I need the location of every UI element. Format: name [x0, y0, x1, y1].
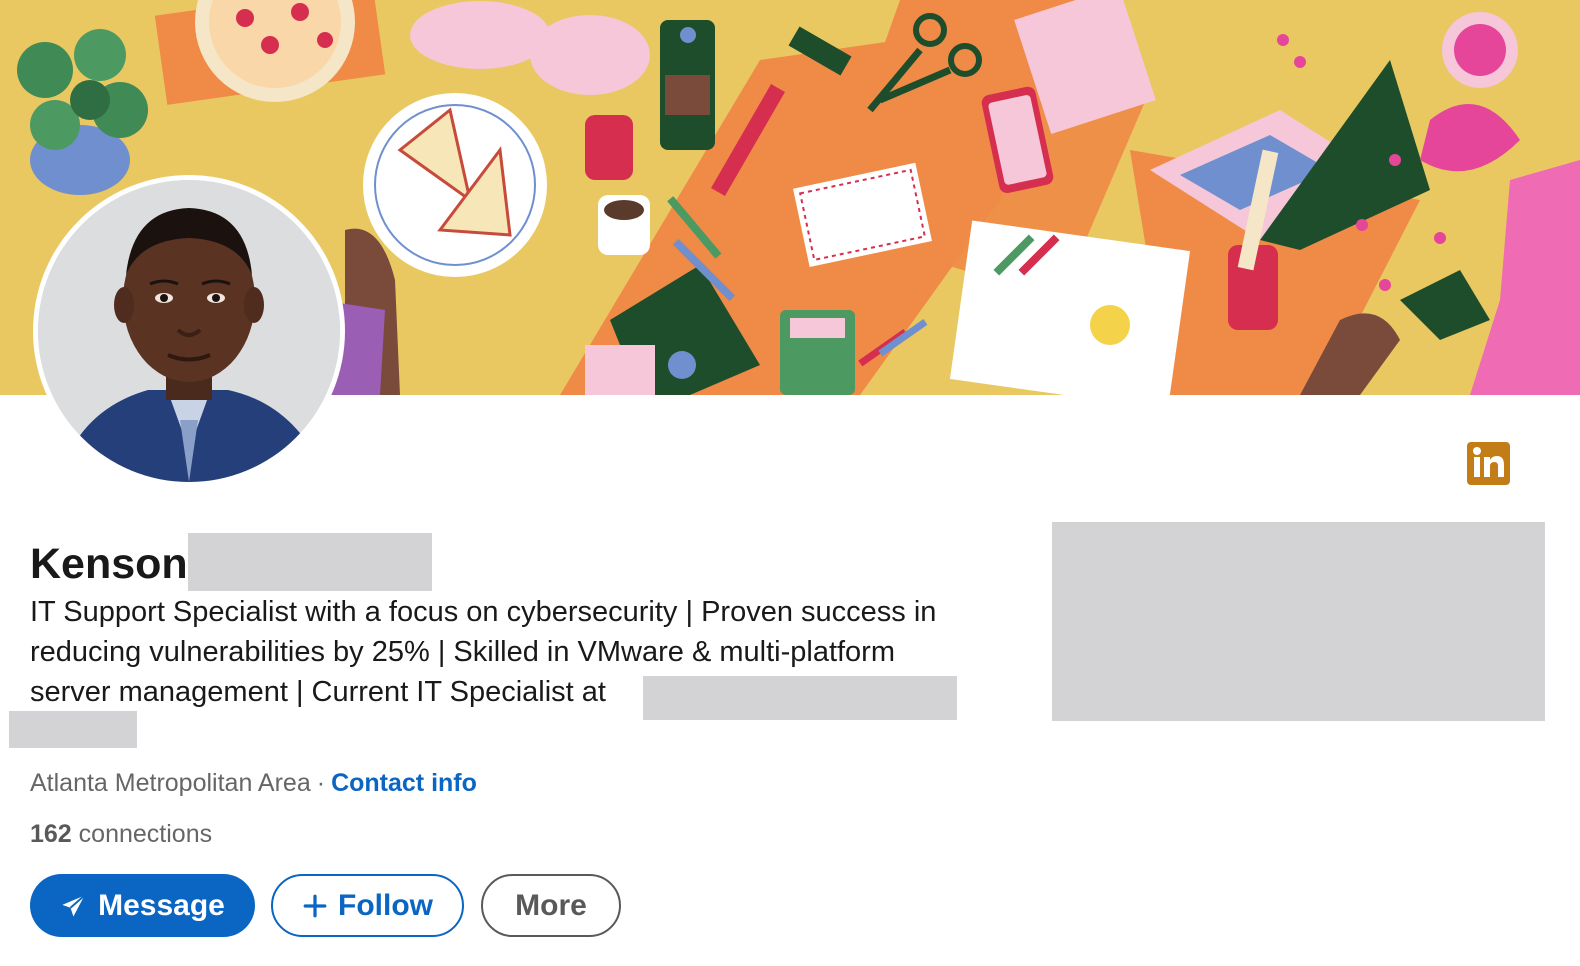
- more-label: More: [515, 888, 587, 922]
- follow-button[interactable]: Follow: [271, 874, 464, 937]
- message-label: Message: [98, 888, 225, 922]
- plus-icon: [302, 893, 328, 919]
- headline-line: server management | Current IT Specialis…: [30, 676, 606, 708]
- paper-plane-icon: [60, 892, 88, 920]
- more-button[interactable]: More: [481, 874, 621, 937]
- contact-info-link[interactable]: Contact info: [331, 769, 477, 797]
- follow-label: Follow: [338, 888, 433, 922]
- message-button[interactable]: Message: [30, 874, 255, 937]
- location-text: Atlanta Metropolitan Area: [30, 769, 311, 797]
- separator-dot: ·: [316, 769, 326, 797]
- headline-line: reducing vulnerabilities by 25% | Skille…: [30, 636, 896, 668]
- location-row: Atlanta Metropolitan Area · Contact info: [30, 766, 477, 800]
- linkedin-icon: [1467, 442, 1510, 485]
- profile-photo[interactable]: [33, 175, 345, 487]
- headline-line: IT Support Specialist with a focus on cy…: [30, 596, 937, 628]
- connections-count[interactable]: 162 connections: [30, 817, 212, 851]
- redacted-surname: [188, 533, 432, 591]
- redacted-current-company-panel: [1052, 522, 1545, 721]
- redacted-employer-continued: [9, 711, 137, 748]
- profile-name: Kenson: [30, 540, 188, 588]
- connections-label: connections: [78, 820, 213, 848]
- connections-number: 162: [30, 820, 72, 848]
- profile-headline: IT Support Specialist with a focus on cy…: [30, 592, 1030, 712]
